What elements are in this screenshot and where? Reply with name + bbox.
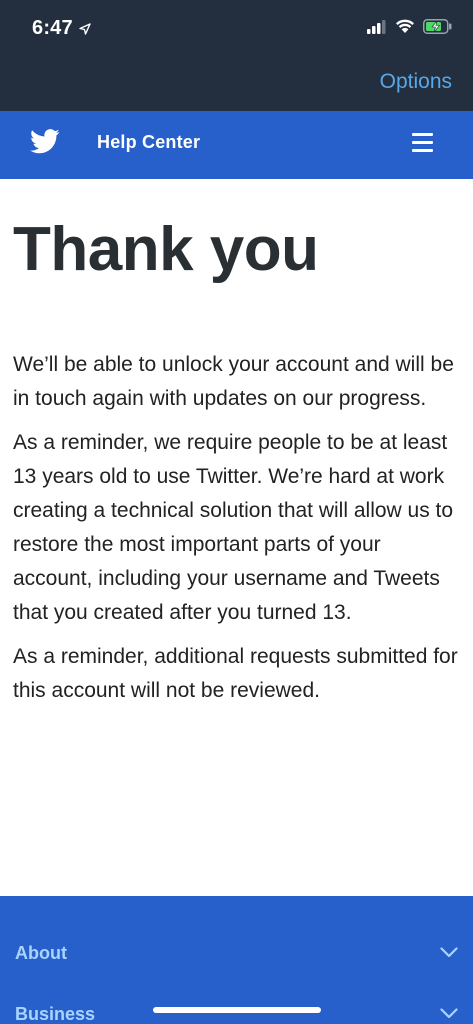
paragraph-age-reminder: As a reminder, we require people to be a… [13,431,454,624]
status-icons [367,19,453,34]
chevron-down-icon [440,947,458,958]
cellular-signal-icon [367,19,386,34]
footer-item-about[interactable]: About [15,943,458,973]
page-title: Thank you [13,215,319,284]
footer-item-label: Business [15,1004,96,1024]
main-content: Thank you We’ll be able to unlock your a… [13,179,463,708]
paragraph-unlock: We’ll be able to unlock your account and… [13,353,454,410]
footer: About Business [0,896,473,1024]
twitter-bird-icon[interactable] [30,129,60,154]
hamburger-menu-icon[interactable] [412,133,433,152]
chevron-down-icon [440,1008,458,1019]
status-time: 6:47 [32,17,91,40]
options-link[interactable]: Options [380,70,452,94]
home-indicator[interactable] [153,1007,321,1013]
location-arrow-icon [79,22,91,35]
paragraph-requests-reminder: As a reminder, additional requests submi… [13,645,458,702]
status-time-text: 6:47 [32,17,73,39]
screen: 6:47 Options Help Center Thank you We’ll… [0,0,473,1024]
wifi-icon [396,19,414,33]
browser-top-bar: 6:47 Options [0,0,473,111]
battery-charging-icon [423,19,452,34]
help-center-header: Help Center [0,111,473,179]
header-title[interactable]: Help Center [97,132,200,153]
footer-item-label: About [15,943,67,963]
